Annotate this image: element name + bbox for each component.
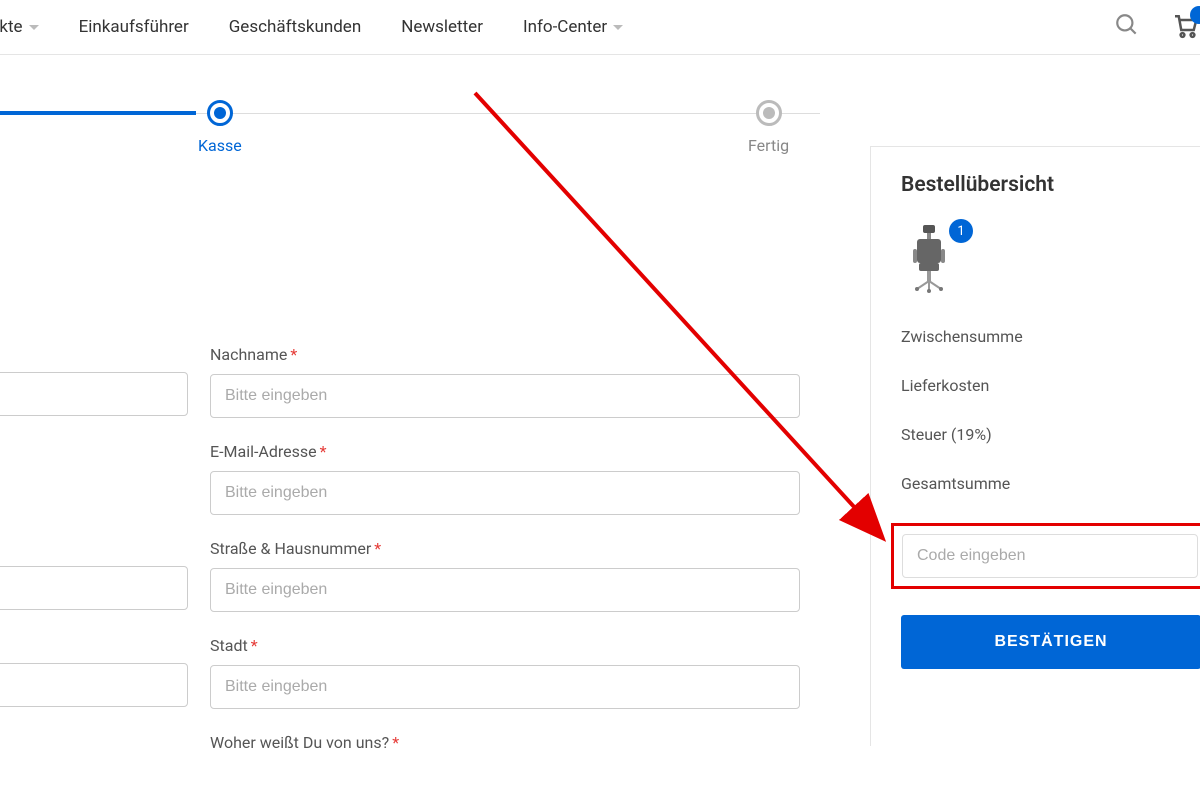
nav-label: ukte (0, 17, 23, 37)
coupon-code-highlight (891, 523, 1200, 589)
shipping-row: Lieferkosten (901, 376, 1200, 395)
tax-row: Steuer (19%) (901, 425, 1200, 444)
nav-right (1114, 10, 1200, 44)
step-circle-inactive-icon (756, 100, 782, 126)
step-label: Kasse (198, 136, 242, 155)
street-label: Straße & Hausnummer* (210, 539, 800, 558)
progress-line-active (0, 111, 196, 115)
left-input-3[interactable] (0, 663, 188, 707)
nav-item-products[interactable]: ukte (0, 17, 39, 37)
checkout-form: Nachname* E-Mail-Adresse* Straße & Hausn… (0, 345, 830, 786)
quantity-badge: 1 (949, 219, 973, 243)
nav-label: Info-Center (523, 17, 607, 37)
street-input[interactable] (210, 568, 800, 612)
chevron-down-icon (613, 25, 623, 30)
total-row: Gesamtsumme (901, 474, 1200, 493)
confirm-button[interactable]: BESTÄTIGEN (901, 615, 1200, 669)
order-summary: Bestellübersicht 1 Zwischensumme Lieferk… (870, 146, 1200, 746)
nav-item-einkaufsfuehrer[interactable]: Einkaufsführer (79, 17, 189, 37)
city-label: Stadt* (210, 636, 800, 655)
top-nav: ukte Einkaufsführer Geschäftskunden News… (0, 0, 1200, 55)
lastname-input[interactable] (210, 374, 800, 418)
left-input-2[interactable] (0, 566, 188, 610)
product-thumbnail[interactable]: 1 (901, 223, 957, 293)
nav-label: Newsletter (401, 17, 483, 37)
lastname-label: Nachname* (210, 345, 800, 364)
search-icon[interactable] (1114, 12, 1140, 42)
nav-item-geschaeftskunden[interactable]: Geschäftskunden (229, 17, 362, 37)
coupon-code-input[interactable] (902, 534, 1198, 578)
email-label: E-Mail-Adresse* (210, 442, 800, 461)
firstname-input[interactable] (0, 372, 188, 416)
chevron-down-icon (29, 25, 39, 30)
step-fertig: Fertig (748, 100, 789, 155)
nav-item-newsletter[interactable]: Newsletter (401, 17, 483, 37)
nav-label: Einkaufsführer (79, 17, 189, 37)
city-input[interactable] (210, 665, 800, 709)
nav-items: ukte Einkaufsführer Geschäftskunden News… (0, 17, 623, 37)
cart-icon[interactable] (1170, 10, 1200, 44)
subtotal-row: Zwischensumme (901, 327, 1200, 346)
summary-title: Bestellübersicht (901, 173, 1200, 197)
email-input[interactable] (210, 471, 800, 515)
referral-label: Woher weißt Du von uns?* (210, 733, 800, 752)
step-circle-active-icon (207, 100, 233, 126)
step-kasse: Kasse (198, 100, 242, 155)
step-label: Fertig (748, 136, 789, 155)
nav-item-infocenter[interactable]: Info-Center (523, 17, 623, 37)
nav-label: Geschäftskunden (229, 17, 362, 37)
